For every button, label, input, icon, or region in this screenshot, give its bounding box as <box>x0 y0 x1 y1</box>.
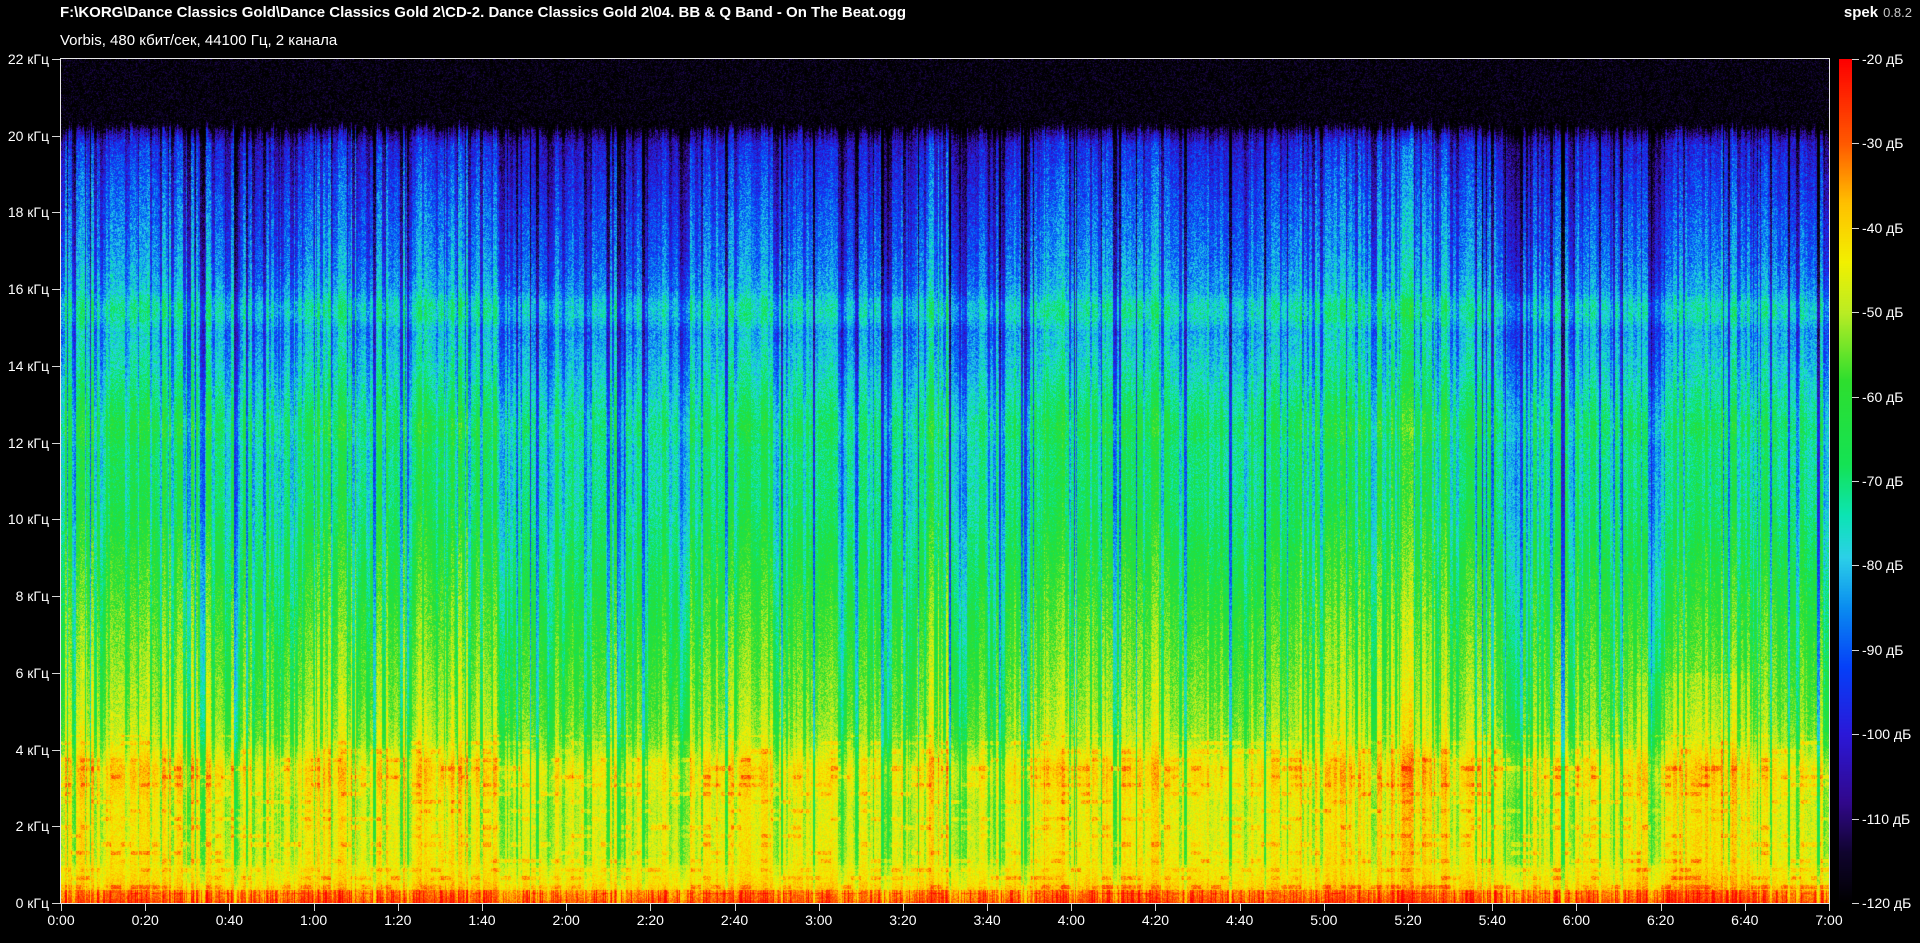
time-tick-mark <box>902 904 904 911</box>
time-tick-mark <box>566 904 568 911</box>
legend-tick-mark <box>1852 649 1859 651</box>
time-tick-mark <box>313 904 315 911</box>
legend-tick-label: -40 дБ <box>1862 219 1904 236</box>
legend-tick-label: -80 дБ <box>1862 557 1904 574</box>
time-tick-label: 5:00 <box>1310 912 1338 928</box>
time-tick-mark <box>1492 904 1494 911</box>
legend-tick-mark <box>1852 59 1859 60</box>
time-tick-label: 6:00 <box>1562 912 1591 928</box>
file-path-title: F:\KORG\Dance Classics Gold\Dance Classi… <box>60 4 907 21</box>
freq-tick-label: 4 кГц <box>15 741 49 758</box>
freq-tick-mark <box>52 519 60 521</box>
freq-tick-mark <box>52 596 60 598</box>
time-tick-label: 6:40 <box>1731 912 1759 928</box>
time-tick-mark <box>397 904 399 911</box>
freq-tick-label: 10 кГц <box>7 511 49 528</box>
legend-tick-label: -90 дБ <box>1862 641 1904 658</box>
freq-tick-mark <box>52 59 60 60</box>
time-tick-mark <box>229 904 231 911</box>
freq-tick-mark <box>52 442 60 444</box>
legend-tick-label: -120 дБ <box>1862 895 1912 911</box>
legend-tick-mark <box>1852 143 1859 145</box>
time-tick-mark <box>1408 904 1410 911</box>
freq-tick-label: 12 кГц <box>7 434 49 451</box>
time-tick-label: 0:00 <box>47 912 75 928</box>
legend-tick-label: -70 дБ <box>1862 473 1904 489</box>
legend-tick-mark <box>1852 903 1859 904</box>
time-tick-mark <box>1660 904 1662 911</box>
time-tick-mark <box>145 904 147 911</box>
time-tick-mark <box>1576 904 1578 911</box>
freq-tick-label: 14 кГц <box>7 357 49 374</box>
legend-tick-label: -20 дБ <box>1862 51 1904 67</box>
legend-tick-label: -30 дБ <box>1862 135 1904 152</box>
time-tick-label: 3:40 <box>973 912 1001 928</box>
app-name: spek <box>1843 4 1879 21</box>
legend-tick-label: -60 дБ <box>1862 388 1904 405</box>
spek-window: F:\KORG\Dance Classics Gold\Dance Classi… <box>0 0 1920 943</box>
time-tick-label: 5:20 <box>1394 912 1422 928</box>
freq-tick-label: 16 кГц <box>7 281 49 298</box>
legend-tick-mark <box>1852 481 1859 482</box>
time-tick-mark <box>1323 904 1325 911</box>
freq-tick-label: 22 кГц <box>7 51 49 67</box>
legend-tick-label: -50 дБ <box>1862 304 1904 321</box>
legend-tick-mark <box>1852 818 1859 820</box>
time-tick-label: 2:20 <box>636 912 664 928</box>
time-tick-mark <box>734 904 736 911</box>
time-tick-label: 0:20 <box>131 912 159 928</box>
legend-tick-mark <box>1852 312 1859 314</box>
time-tick-mark <box>987 904 989 911</box>
time-tick-label: 6:20 <box>1646 912 1675 928</box>
time-tick-label: 2:00 <box>552 912 580 928</box>
freq-tick-mark <box>52 135 60 137</box>
freq-tick-mark <box>52 212 60 214</box>
time-tick-label: 1:00 <box>299 912 328 928</box>
time-tick-label: 1:20 <box>384 912 412 928</box>
time-tick-mark <box>650 904 652 911</box>
freq-tick-label: 20 кГц <box>7 127 49 144</box>
freq-tick-mark <box>52 365 60 367</box>
freq-tick-mark <box>52 826 60 828</box>
time-tick-mark <box>1829 904 1830 911</box>
freq-tick-label: 2 кГц <box>15 818 49 835</box>
time-tick-label: 0:40 <box>215 912 243 928</box>
time-tick-label: 1:40 <box>468 912 496 928</box>
time-tick-mark <box>1239 904 1241 911</box>
freq-tick-label: 18 кГц <box>7 204 49 221</box>
time-tick-mark <box>1744 904 1746 911</box>
spectrogram-canvas <box>61 59 1829 903</box>
freq-tick-label: 8 кГц <box>15 588 49 605</box>
time-tick-mark <box>61 904 62 911</box>
time-tick-label: 3:00 <box>805 912 833 928</box>
legend-tick-mark <box>1852 565 1859 567</box>
time-tick-label: 2:40 <box>720 912 749 928</box>
legend-tick-mark <box>1852 734 1859 736</box>
legend-tick-mark <box>1852 396 1859 398</box>
time-tick-mark <box>818 904 820 911</box>
time-tick-label: 4:40 <box>1226 912 1254 928</box>
freq-tick-mark <box>52 289 60 291</box>
time-tick-mark <box>1071 904 1073 911</box>
time-tick-label: 5:40 <box>1478 912 1506 928</box>
freq-tick-mark <box>52 903 60 904</box>
legend-tick-mark <box>1852 227 1859 229</box>
freq-tick-mark <box>52 672 60 674</box>
freq-tick-label: 0 кГц <box>15 895 49 911</box>
time-tick-mark <box>481 904 483 911</box>
app-brand: spek 0.8.2 <box>1844 4 1912 22</box>
legend-tick-label: -110 дБ <box>1862 810 1911 827</box>
stream-info: Vorbis, 480 кбит/сек, 44100 Гц, 2 канала <box>60 32 338 49</box>
freq-tick-label: 6 кГц <box>15 664 49 681</box>
time-tick-label: 4:20 <box>1141 912 1170 928</box>
time-tick-label: 3:20 <box>889 912 917 928</box>
freq-tick-mark <box>52 749 60 751</box>
time-tick-label: 7:00 <box>1815 912 1843 928</box>
app-version: 0.8.2 <box>1883 5 1912 20</box>
colorbar <box>1839 59 1852 903</box>
time-tick-mark <box>1155 904 1157 911</box>
time-tick-label: 4:00 <box>1057 912 1085 928</box>
legend-tick-label: -100 дБ <box>1862 726 1912 743</box>
